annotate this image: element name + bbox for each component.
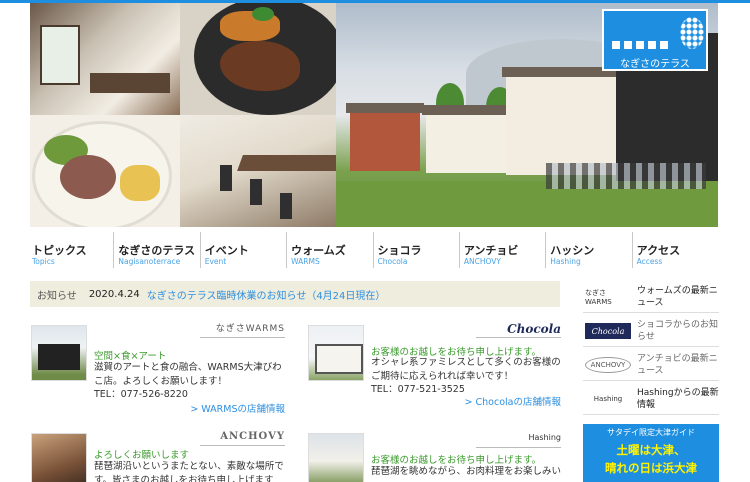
hashing-text: 琵琶湖を眺めながら、お肉料理をお楽しみい: [371, 466, 562, 477]
photo-hamburg-steak: [180, 3, 336, 115]
sidebar-item-label: Hashingからの最新情報: [637, 388, 719, 410]
anchovy-text: 琵琶湖沿いというまたとない、素敵な場所です。皆さまのお越しをお待ち申し上げます: [94, 461, 284, 482]
anchovy-logo-rule: [200, 445, 285, 446]
nav-item-hashing[interactable]: ハッシン Hashing: [545, 232, 631, 268]
nav-label: イベント: [204, 244, 249, 257]
photo-cafe-interior: [30, 3, 180, 115]
nav-sublabel: Event: [204, 257, 227, 266]
saturday-guide-banner[interactable]: サタデイ限定大津ガイド 土曜は大津、 晴れの日は浜大津: [583, 424, 719, 482]
anchovy-side-logo: ANCHOVY: [585, 357, 631, 373]
nav-label: ショコラ: [377, 244, 422, 257]
nav-label: ハッシン: [550, 244, 595, 257]
warms-text: 滋賀のアートと食の融合、WARMS大津びわこ店。よろしくお願いします！: [94, 362, 282, 387]
anchovy-logo: ANCHOVY: [220, 431, 285, 442]
anchovy-thumbnail[interactable]: [31, 433, 87, 482]
nav-item-event[interactable]: イベント Event: [199, 232, 286, 268]
nav-sublabel: WARMS: [291, 257, 320, 266]
banner-line-1: 土曜は大津、: [616, 443, 686, 457]
logo-text: なぎさのテラス: [620, 59, 690, 70]
nav-sublabel: Chocola: [377, 257, 408, 266]
hashing-thumbnail[interactable]: [308, 433, 364, 482]
news-link[interactable]: なぎさのテラス臨時休業のお知らせ（4月24日現在）: [147, 287, 386, 302]
nav-label: アンチョビ: [463, 244, 519, 257]
nav-item-warms[interactable]: ウォームズ WARMS: [286, 232, 372, 268]
hashing-title: お客様のお越しをお待ち申し上げます。: [371, 455, 542, 466]
banner-caption: サタデイ限定大津ガイド: [607, 428, 695, 437]
warms-tel: TEL：077-526-8220: [94, 389, 188, 400]
nav-item-anchovy[interactable]: アンチョビ ANCHOVY: [458, 232, 545, 268]
warms-logo-rule: [200, 337, 285, 338]
chocola-logo-rule: [476, 337, 561, 338]
chocola-text: オシャレ系ファミレスとして多くのお客様のご期待に応えられれば幸いです！: [371, 357, 561, 382]
sidebar-item-warms[interactable]: なぎさWARMS ウォームズの最新ニュース: [583, 281, 719, 313]
hashing-logo-rule: [476, 447, 561, 448]
nav-item-topics[interactable]: トピックス Topics: [30, 232, 113, 268]
warms-logo: なぎさWARMS: [215, 324, 285, 334]
news-date: 2020.4.24: [88, 288, 140, 300]
nav-sublabel: Topics: [32, 257, 55, 266]
nav-label: トピックス: [32, 244, 87, 257]
chocola-thumbnail[interactable]: [308, 325, 364, 381]
sidebar-item-label: アンチョビの最新ニュース: [637, 354, 718, 376]
logo-blocks: [612, 41, 672, 49]
hashing-logo: Hashing: [528, 433, 561, 442]
warms-thumbnail[interactable]: [31, 325, 87, 381]
sidebar-item-hashing[interactable]: Hashing Hashingからの最新情報: [583, 383, 719, 415]
hashing-side-logo: Hashing: [593, 395, 623, 403]
news-label: お知らせ: [37, 290, 77, 302]
sidebar-item-chocola[interactable]: Chocola ショコラからのお知らせ: [583, 315, 719, 347]
sidebar-item-label: ショコラからのお知らせ: [637, 320, 719, 342]
warms-side-logo: なぎさWARMS: [585, 289, 612, 306]
nav-sublabel: Access: [636, 257, 663, 266]
site-logo[interactable]: なぎさのテラス: [602, 9, 708, 71]
banner-line-2: 晴れの日は浜大津: [605, 461, 697, 475]
news-bar: お知らせ 2020.4.24 なぎさのテラス臨時休業のお知らせ（4月24日現在）: [30, 281, 560, 307]
sidebar-item-label: ウォームズの最新ニュース: [637, 286, 718, 308]
tree-icon: [680, 17, 704, 49]
nav-item-access[interactable]: アクセス Access: [631, 232, 718, 268]
sidebar-item-anchovy[interactable]: ANCHOVY アンチョビの最新ニュース: [583, 349, 719, 381]
photo-rice-plate: [30, 115, 180, 227]
nav-sublabel: Hashing: [550, 257, 581, 266]
nav-item-chocola[interactable]: ショコラ Chocola: [372, 232, 459, 268]
chocola-info-link[interactable]: > Chocolaの店舗情報: [426, 394, 561, 408]
global-nav: トピックス Topics なぎさのテラス Nagisanoterrace イベント E…: [30, 232, 718, 268]
photo-counter-seats: [180, 115, 336, 227]
warms-title: 空間×食×アート: [94, 351, 167, 362]
nav-label: アクセス: [636, 244, 681, 257]
nav-sublabel: Nagisanoterrace: [118, 257, 181, 266]
chocola-side-logo: Chocola: [585, 323, 631, 339]
nav-label: ウォームズ: [291, 244, 346, 257]
hero-collage: なぎさのテラス: [30, 3, 718, 227]
nav-sublabel: ANCHOVY: [463, 257, 501, 266]
warms-info-link[interactable]: > WARMSの店舗情報: [150, 401, 285, 415]
nav-item-nagisanoterrace[interactable]: なぎさのテラス Nagisanoterrace: [113, 232, 199, 268]
anchovy-title: よろしくお願いします: [94, 450, 190, 461]
chocola-logo: Chocola: [507, 322, 561, 336]
nav-label: なぎさのテラス: [118, 244, 196, 257]
